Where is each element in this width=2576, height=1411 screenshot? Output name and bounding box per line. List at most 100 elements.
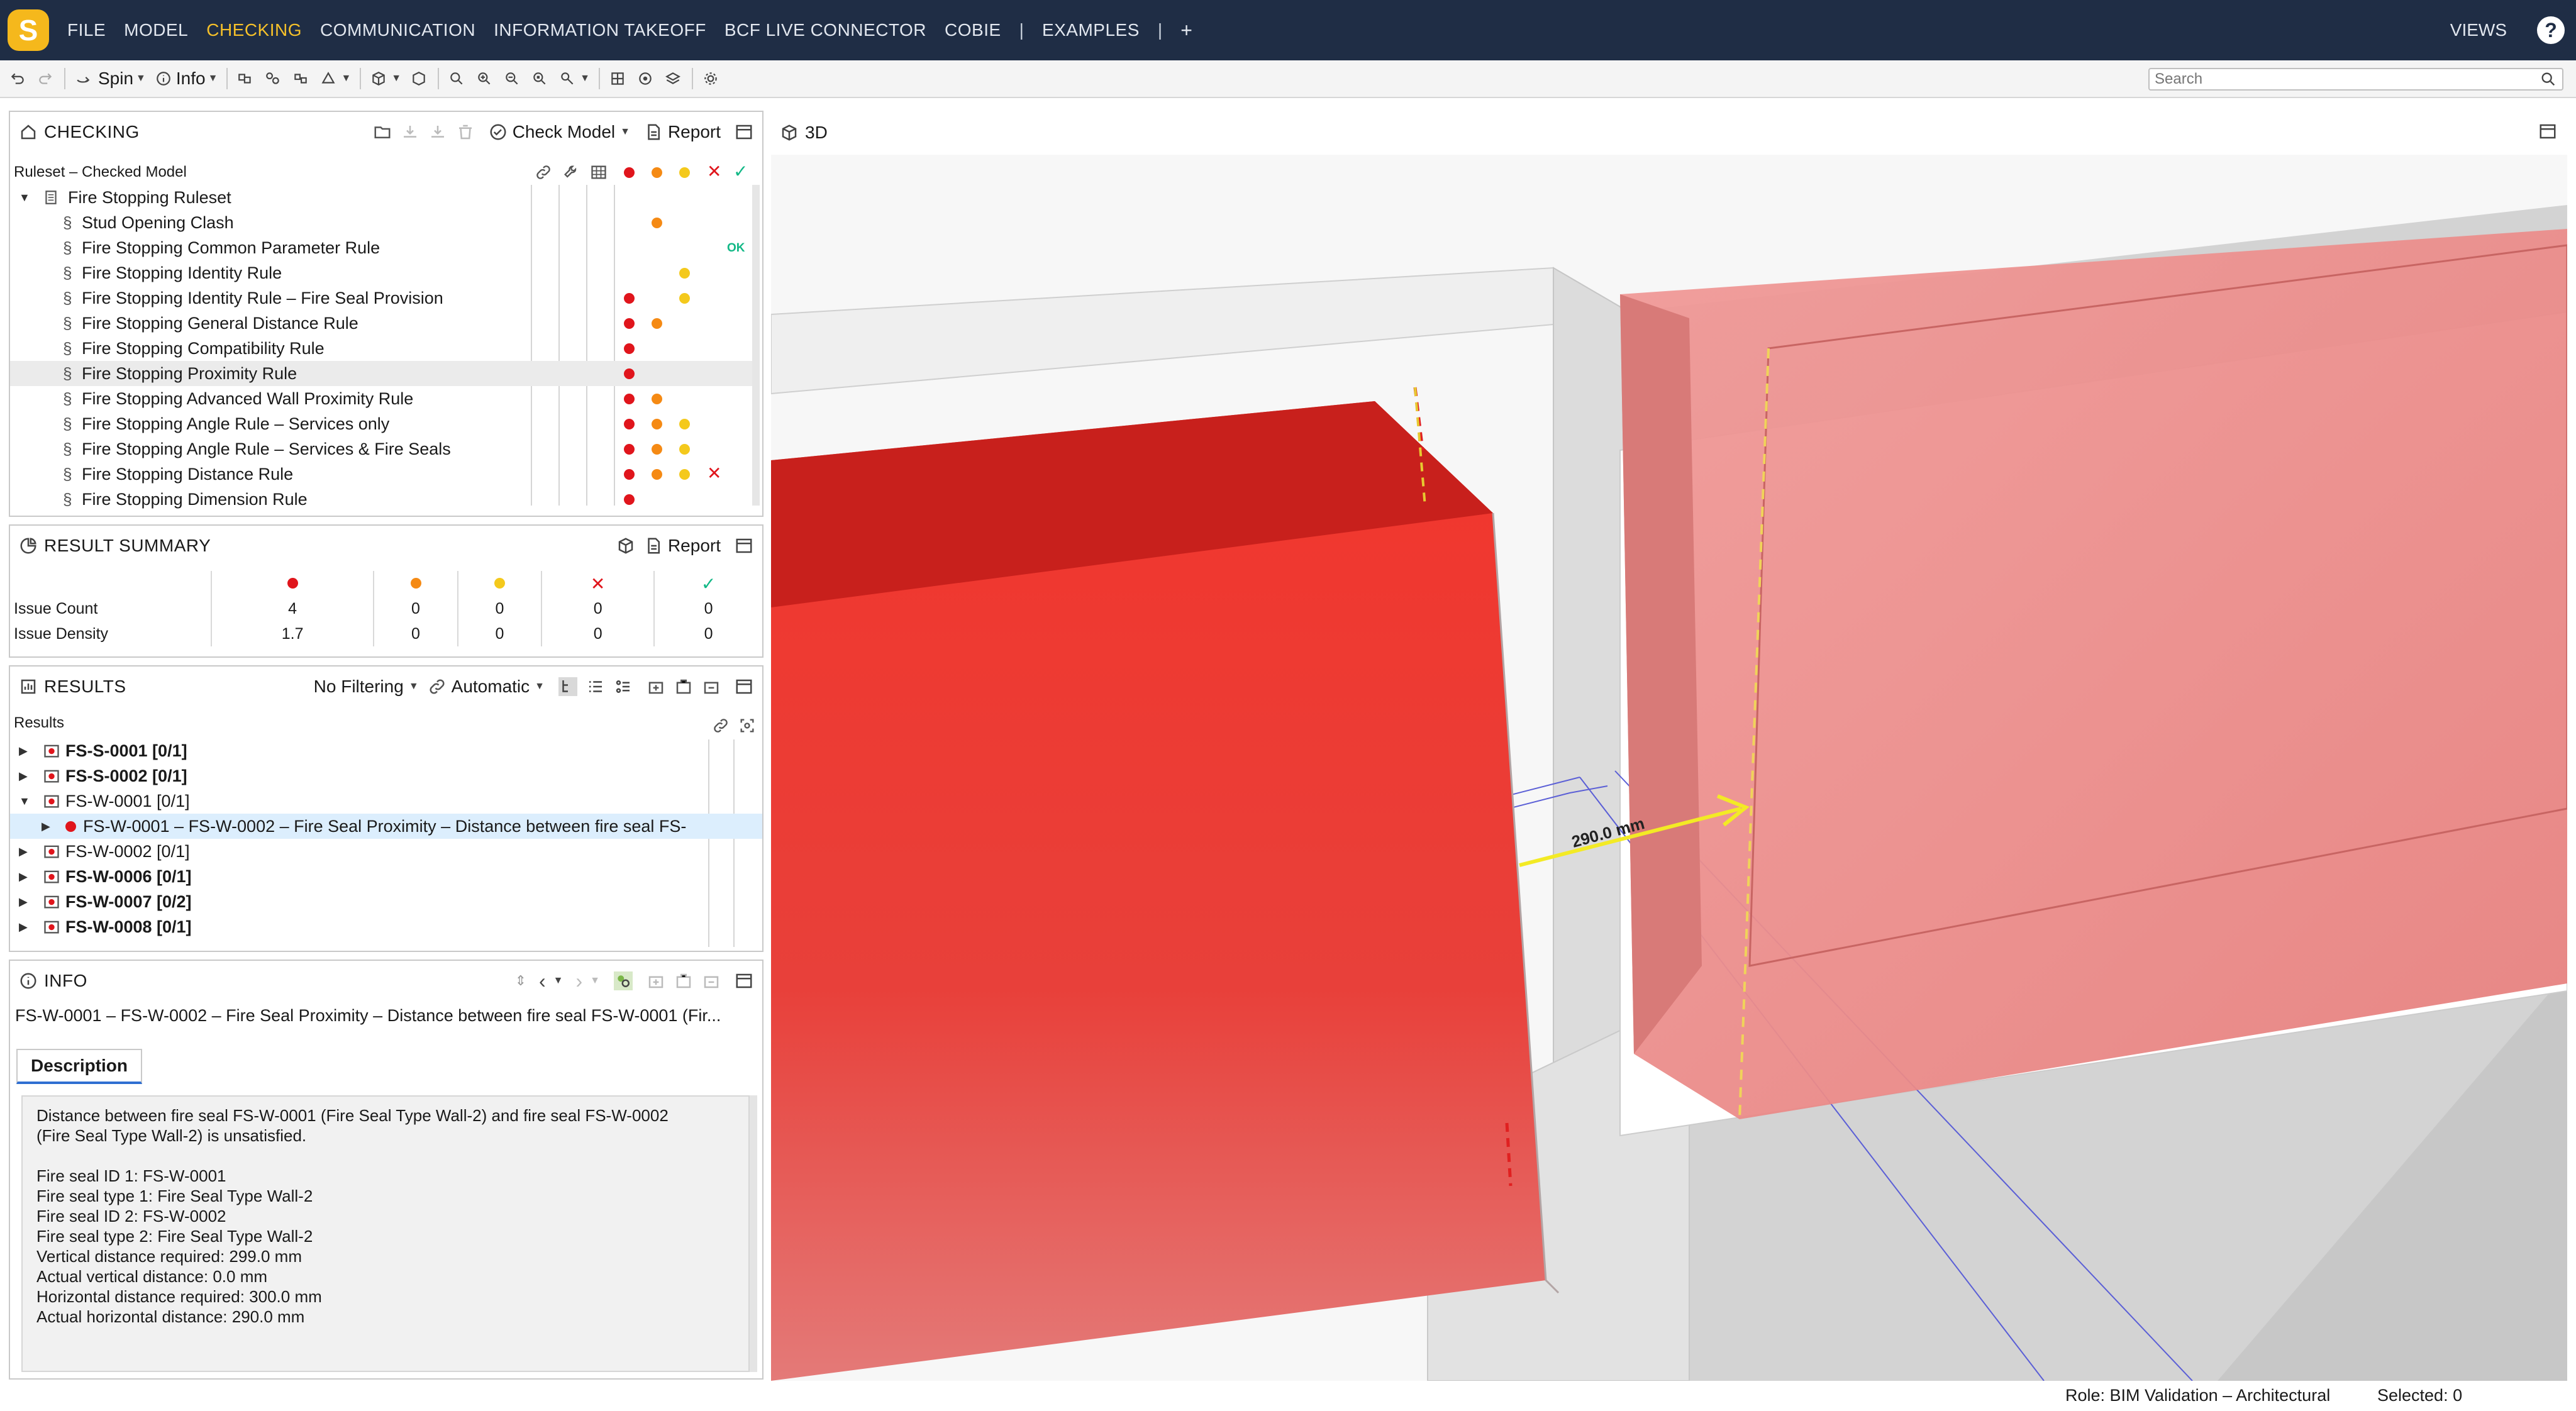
- expand-icon[interactable]: ▶: [42, 820, 50, 833]
- collapse-icon[interactable]: ▼: [19, 191, 30, 204]
- zoom-extents-icon[interactable]: [447, 69, 467, 89]
- tree-view-icon[interactable]: [558, 677, 577, 696]
- rule-row[interactable]: § Fire Stopping Advanced Wall Proximity R…: [10, 386, 752, 411]
- remove-presentation-icon[interactable]: [702, 971, 721, 990]
- panel-layout-icon[interactable]: [735, 677, 753, 696]
- rule-row[interactable]: § Fire Stopping Compatibility Rule: [10, 336, 752, 361]
- visibility-icon[interactable]: [635, 69, 655, 89]
- expand-icon[interactable]: ▶: [19, 744, 28, 758]
- expand-icon[interactable]: ▶: [19, 845, 28, 858]
- spin-button[interactable]: Spin: [98, 69, 133, 89]
- rule-row[interactable]: § Fire Stopping General Distance Rule: [10, 311, 752, 336]
- menu-model[interactable]: MODEL: [124, 20, 188, 40]
- fire-seal-right[interactable]: [1620, 229, 2567, 1119]
- info-icon[interactable]: [153, 69, 174, 89]
- presentation-icon[interactable]: [674, 971, 693, 990]
- rule-row[interactable]: § Fire Stopping Dimension Rule: [10, 487, 752, 512]
- rule-row[interactable]: § Fire Stopping Angle Rule – Services & F…: [10, 436, 752, 462]
- expand-icon[interactable]: ▶: [19, 921, 28, 934]
- table-icon[interactable]: [590, 163, 608, 181]
- menu-information-takeoff[interactable]: INFORMATION TAKEOFF: [494, 20, 706, 40]
- menu-communication[interactable]: COMMUNICATION: [320, 20, 475, 40]
- presentation-icon[interactable]: [674, 677, 693, 696]
- next-icon[interactable]: ›: [576, 970, 583, 993]
- summary-cube-icon[interactable]: [616, 536, 635, 555]
- measure-dropdown-icon[interactable]: ▼: [580, 73, 590, 84]
- rule-row[interactable]: § Fire Stopping Identity Rule: [10, 260, 752, 285]
- rule-row[interactable]: § Fire Stopping Identity Rule – Fire Seal…: [10, 285, 752, 311]
- open-ruleset-icon[interactable]: [373, 123, 392, 141]
- result-group-row[interactable]: ▶ FS-W-0006 [0/1]: [10, 864, 762, 889]
- rule-row[interactable]: § Fire Stopping Common Parameter Rule OK: [10, 235, 752, 260]
- focus-icon[interactable]: [738, 717, 756, 734]
- rule-row[interactable]: § Stud Opening Clash: [10, 210, 752, 235]
- 3d-viewport[interactable]: 290.0 mm: [771, 155, 2567, 1381]
- link-icon[interactable]: [535, 163, 552, 181]
- report-icon[interactable]: [644, 123, 663, 141]
- section-box-icon[interactable]: [409, 69, 429, 89]
- check-model-dropdown-icon[interactable]: ▼: [620, 126, 630, 138]
- measure-icon[interactable]: [557, 69, 577, 89]
- previous-icon[interactable]: ‹: [539, 970, 546, 993]
- delete-ruleset-icon[interactable]: [456, 123, 475, 141]
- menu-checking[interactable]: CHECKING: [206, 20, 302, 40]
- zoom-out-icon[interactable]: [502, 69, 522, 89]
- select-connected-icon[interactable]: [263, 69, 283, 89]
- panel-layout-icon[interactable]: [735, 123, 753, 141]
- select-objects-icon[interactable]: [235, 69, 255, 89]
- cube-view-icon[interactable]: [369, 69, 389, 89]
- rule-row[interactable]: § Fire Stopping Distance Rule ✕: [10, 462, 752, 487]
- result-group-row[interactable]: ▶ FS-S-0001 [0/1]: [10, 738, 762, 763]
- report-button[interactable]: Report: [668, 122, 721, 142]
- zoom-in-icon[interactable]: [474, 69, 494, 89]
- tab-description[interactable]: Description: [16, 1049, 142, 1084]
- panel-layout-icon[interactable]: [735, 971, 753, 990]
- redo-icon[interactable]: [35, 69, 55, 89]
- list-view-icon[interactable]: [586, 677, 605, 696]
- menu-views[interactable]: VIEWS: [2450, 20, 2507, 40]
- expand-icon[interactable]: ▶: [19, 870, 28, 883]
- filter-dropdown[interactable]: No Filtering: [314, 677, 404, 697]
- isolate-icon[interactable]: [318, 69, 338, 89]
- help-icon[interactable]: ?: [2537, 16, 2565, 44]
- spin-dropdown-icon[interactable]: ▼: [136, 73, 146, 84]
- cube-view-dropdown-icon[interactable]: ▼: [391, 73, 401, 84]
- tree-scrollbar[interactable]: [752, 185, 760, 506]
- result-group-row[interactable]: ▶ FS-W-0007 [0/2]: [10, 889, 762, 914]
- result-issue-row[interactable]: ▶ FS-W-0001 – FS-W-0002 – Fire Seal Proxi…: [10, 814, 762, 839]
- issue-list-icon[interactable]: [614, 677, 633, 696]
- expand-icon[interactable]: ▶: [19, 770, 28, 783]
- save-ruleset-icon[interactable]: [428, 123, 447, 141]
- add-to-presentation-icon[interactable]: [647, 971, 665, 990]
- link-icon[interactable]: [712, 717, 730, 734]
- undo-icon[interactable]: [8, 69, 28, 89]
- menu-add-tab-button[interactable]: +: [1180, 19, 1192, 42]
- check-model-button[interactable]: Check Model: [513, 122, 615, 142]
- result-group-row[interactable]: ▶ FS-W-0008 [0/1]: [10, 914, 762, 939]
- grouping-mode-dropdown[interactable]: Automatic: [452, 677, 530, 697]
- info-dropdown-icon[interactable]: ▼: [208, 73, 218, 84]
- highlight-icon[interactable]: [614, 971, 633, 990]
- zoom-selected-icon[interactable]: [530, 69, 550, 89]
- previous-dropdown-icon[interactable]: ▼: [553, 975, 564, 987]
- isolate-dropdown-icon[interactable]: ▼: [341, 73, 351, 84]
- parameters-icon[interactable]: [562, 163, 580, 181]
- spin-icon[interactable]: [73, 69, 93, 89]
- collapse-icon[interactable]: ▼: [19, 795, 30, 808]
- sort-icon[interactable]: ⇕: [515, 973, 526, 989]
- download-ruleset-icon[interactable]: [401, 123, 419, 141]
- rule-row[interactable]: § Fire Stopping Proximity Rule: [10, 361, 752, 386]
- result-group-row[interactable]: ▼ FS-W-0001 [0/1]: [10, 788, 762, 814]
- grouping-icon[interactable]: [428, 677, 447, 696]
- check-model-icon[interactable]: [489, 123, 508, 141]
- filter-dropdown-icon[interactable]: ▼: [409, 681, 419, 692]
- summary-report-icon[interactable]: [644, 536, 663, 555]
- result-group-row[interactable]: ▶ FS-W-0002 [0/1]: [10, 839, 762, 864]
- menu-file[interactable]: FILE: [67, 20, 106, 40]
- grouping-mode-dropdown-icon[interactable]: ▼: [535, 681, 545, 692]
- panel-layout-icon[interactable]: [735, 536, 753, 555]
- rule-row[interactable]: § Fire Stopping Angle Rule – Services onl…: [10, 411, 752, 436]
- result-group-row[interactable]: ▶ FS-S-0002 [0/1]: [10, 763, 762, 788]
- layers-icon[interactable]: [663, 69, 683, 89]
- app-logo[interactable]: S: [8, 9, 49, 51]
